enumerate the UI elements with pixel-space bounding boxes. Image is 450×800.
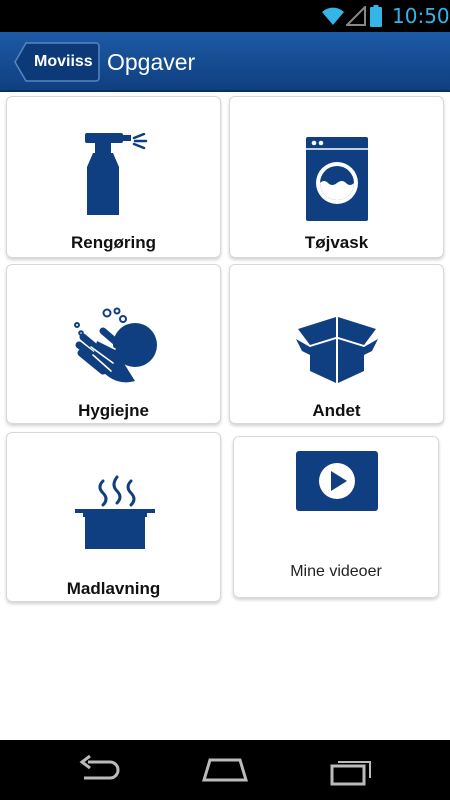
- tile-madlavning[interactable]: Madlavning: [6, 432, 221, 602]
- tile-tojvask[interactable]: Tøjvask: [229, 96, 444, 258]
- back-nav-icon[interactable]: [78, 754, 122, 786]
- spray-bottle-icon: [85, 133, 148, 215]
- wifi-icon: [322, 7, 344, 25]
- tile-label: Hygiejne: [78, 401, 149, 420]
- status-bar: 10:50: [0, 0, 450, 32]
- tile-label: Madlavning: [66, 579, 161, 598]
- recent-apps-icon[interactable]: [330, 754, 374, 786]
- tile-label: Andet: [312, 401, 361, 420]
- tile-rengoring[interactable]: Rengøring: [6, 96, 221, 258]
- play-video-icon: [296, 451, 378, 511]
- cooking-pot-icon: [75, 475, 155, 549]
- clock: 10:50: [392, 4, 450, 28]
- washing-hands-icon: [74, 307, 157, 383]
- open-box-icon: [296, 317, 378, 383]
- tile-andet[interactable]: Andet: [229, 264, 444, 424]
- navigation-bar: [0, 740, 450, 800]
- tile-label: Mine videoer: [290, 563, 382, 580]
- tile-label: Tøjvask: [304, 233, 369, 252]
- action-bar: Moviiss Opgaver: [0, 32, 450, 92]
- tile-label: Rengøring: [71, 233, 156, 252]
- page-title: Opgaver: [107, 49, 196, 75]
- tile-mine-videoer[interactable]: Mine videoer: [233, 436, 439, 598]
- home-nav-icon[interactable]: [202, 754, 248, 786]
- battery-icon: [370, 5, 382, 27]
- washing-machine-icon: [306, 137, 368, 221]
- back-button[interactable]: Moviiss: [14, 42, 100, 82]
- signal-icon: [346, 6, 366, 26]
- tile-hygiejne[interactable]: Hygiejne: [6, 264, 221, 424]
- back-button-label: Moviiss: [34, 53, 93, 70]
